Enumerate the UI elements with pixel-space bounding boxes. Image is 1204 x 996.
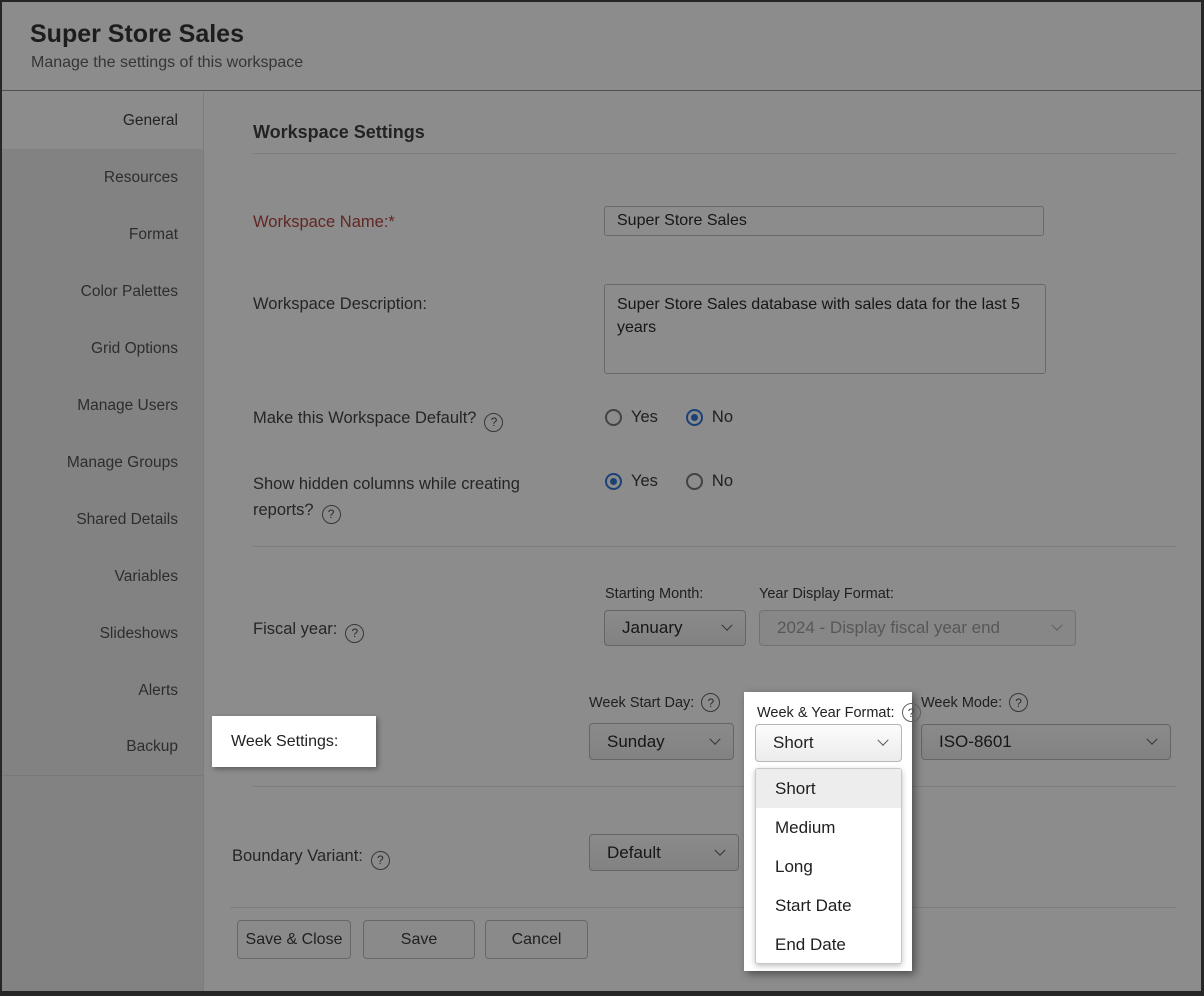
- help-icon[interactable]: ?: [902, 703, 921, 722]
- dropdown-option-start-date[interactable]: Start Date: [756, 886, 901, 925]
- week-year-format-select[interactable]: Short: [755, 724, 902, 762]
- week-settings-label: Week Settings:: [231, 733, 338, 751]
- dropdown-option-end-date[interactable]: End Date: [756, 925, 901, 964]
- week-year-format-label: Week & Year Format:?: [757, 703, 921, 722]
- week-settings-spotlight: Week Settings:: [212, 716, 376, 767]
- dim-overlay: [2, 2, 1201, 991]
- dropdown-option-medium[interactable]: Medium: [756, 808, 901, 847]
- dropdown-option-long[interactable]: Long: [756, 847, 901, 886]
- chevron-down-icon: [877, 735, 888, 746]
- dropdown-option-short[interactable]: Short: [756, 769, 901, 808]
- workspace-settings-page: Super Store Sales Manage the settings of…: [0, 0, 1204, 996]
- week-year-format-dropdown-menu: Short Medium Long Start Date End Date: [755, 768, 902, 964]
- week-year-format-spotlight: Week & Year Format:? Short Short Medium …: [744, 692, 912, 971]
